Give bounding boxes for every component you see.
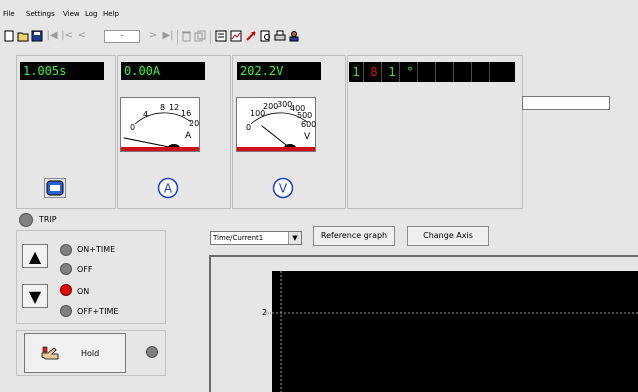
menu-file[interactable]: File xyxy=(3,10,15,18)
unit-label: A xyxy=(185,131,192,141)
notepad-icon[interactable] xyxy=(215,30,227,42)
next-step-icon[interactable]: > xyxy=(147,30,159,42)
hold-label: Hold xyxy=(81,349,100,358)
mode-label: ON+TIME xyxy=(77,245,116,254)
edit-chart-icon[interactable] xyxy=(230,30,242,42)
up-arrow-icon: ▲ xyxy=(28,246,42,266)
mode-label: ON xyxy=(77,287,90,296)
segment-digit xyxy=(475,62,490,82)
scale-label: 0 xyxy=(130,123,135,132)
meter-red-bar xyxy=(121,147,199,151)
menu-settings[interactable]: Settings xyxy=(26,10,55,18)
mode-lamp-off xyxy=(60,263,72,275)
menu-log[interactable]: Log xyxy=(85,10,98,18)
segment-digit: 8 xyxy=(367,62,382,82)
y-tick-mark xyxy=(266,312,274,314)
scale-label: 0 xyxy=(246,123,251,132)
voltmeter-scale: 0 100 200 300 400 500 600 V xyxy=(246,100,316,149)
hand-pointer-icon xyxy=(40,345,60,363)
open-folder-icon[interactable] xyxy=(17,30,29,42)
graph-gridlines xyxy=(272,271,638,392)
down-arrow-button[interactable]: ▼ xyxy=(22,284,48,308)
down-arrow-icon: ▼ xyxy=(28,286,42,306)
delete-all-icon[interactable] xyxy=(194,30,206,42)
up-arrow-button[interactable]: ▲ xyxy=(22,244,48,268)
scale-label: 4 xyxy=(143,110,148,119)
graph-type-value: Time/Current1 xyxy=(213,234,264,242)
segment-digit: 1 xyxy=(385,62,400,82)
toolbar-separator xyxy=(177,30,178,44)
segment-digit: 1 xyxy=(349,62,364,82)
stopwatch-icon[interactable] xyxy=(44,178,66,198)
previous-step-icon[interactable]: < xyxy=(76,30,88,42)
voltmeter-gauge: 0 100 200 300 400 500 600 V xyxy=(236,97,316,152)
scale-label: 16 xyxy=(181,109,191,118)
graph-type-select[interactable]: Time/Current1 ▼ xyxy=(210,231,302,245)
segment-display: 1 8 1 ° xyxy=(349,62,515,82)
trip-label: TRIP xyxy=(39,215,57,224)
menu-bar: File Settings View Log Help xyxy=(0,0,638,18)
hold-button[interactable]: Hold xyxy=(24,333,126,373)
scale-label: 8 xyxy=(160,103,165,112)
time-readout: 1.005s xyxy=(20,62,104,80)
printer-icon[interactable] xyxy=(274,30,286,42)
toolbar xyxy=(0,26,638,50)
menu-view[interactable]: View xyxy=(63,10,80,18)
change-axis-button[interactable]: Change Axis xyxy=(407,226,489,246)
scale-label: 200 xyxy=(263,102,278,111)
voltage-readout: 202.2V xyxy=(237,62,321,80)
scale-label: 20 xyxy=(189,119,199,128)
menu-help[interactable]: Help xyxy=(103,10,119,18)
scale-label: 500 xyxy=(297,111,312,120)
new-document-icon[interactable] xyxy=(3,30,15,42)
scale-label: 600 xyxy=(301,120,316,129)
mode-label: OFF+TIME xyxy=(77,307,119,316)
unit-label: V xyxy=(304,132,311,142)
delete-icon[interactable] xyxy=(180,30,192,42)
mode-label: OFF xyxy=(77,265,93,274)
hold-lamp xyxy=(146,346,158,358)
voltmeter-needle xyxy=(261,125,291,149)
save-disk-icon[interactable] xyxy=(31,30,43,42)
segment-digit xyxy=(439,62,454,82)
scale-label: 12 xyxy=(169,103,179,112)
toolbar-separator xyxy=(210,30,211,44)
record-position-field[interactable]: - xyxy=(104,30,140,43)
previous-record-icon[interactable]: |< xyxy=(61,30,73,42)
ammeter-scale: 0 4 8 12 16 20 A xyxy=(123,103,199,149)
last-record-icon[interactable]: ▶| xyxy=(162,30,174,42)
red-arrow-icon[interactable] xyxy=(245,30,257,42)
trip-lamp xyxy=(19,213,33,227)
svg-text:A: A xyxy=(164,182,173,196)
voltmeter-icon[interactable]: V xyxy=(272,177,294,199)
segment-digit xyxy=(421,62,436,82)
segment-digit: ° xyxy=(403,62,418,82)
print-preview-icon[interactable] xyxy=(260,30,272,42)
user-group-icon[interactable] xyxy=(288,30,300,42)
empty-text-field[interactable] xyxy=(522,96,610,110)
mode-lamp-on-time xyxy=(60,244,72,256)
mode-lamp-on xyxy=(60,284,72,296)
segment-digit xyxy=(493,62,515,82)
segment-digit xyxy=(457,62,472,82)
chevron-down-icon[interactable]: ▼ xyxy=(288,232,301,244)
first-record-icon[interactable]: |◀ xyxy=(46,30,58,42)
ammeter-gauge: 0 4 8 12 16 20 A xyxy=(120,97,200,152)
meter-red-bar xyxy=(237,147,315,151)
mode-lamp-off-time xyxy=(60,305,72,317)
ammeter-icon[interactable]: A xyxy=(157,177,179,199)
reference-graph-button[interactable]: Reference graph xyxy=(313,226,395,246)
svg-text:V: V xyxy=(279,182,288,196)
current-readout: 0.00A xyxy=(121,62,205,80)
